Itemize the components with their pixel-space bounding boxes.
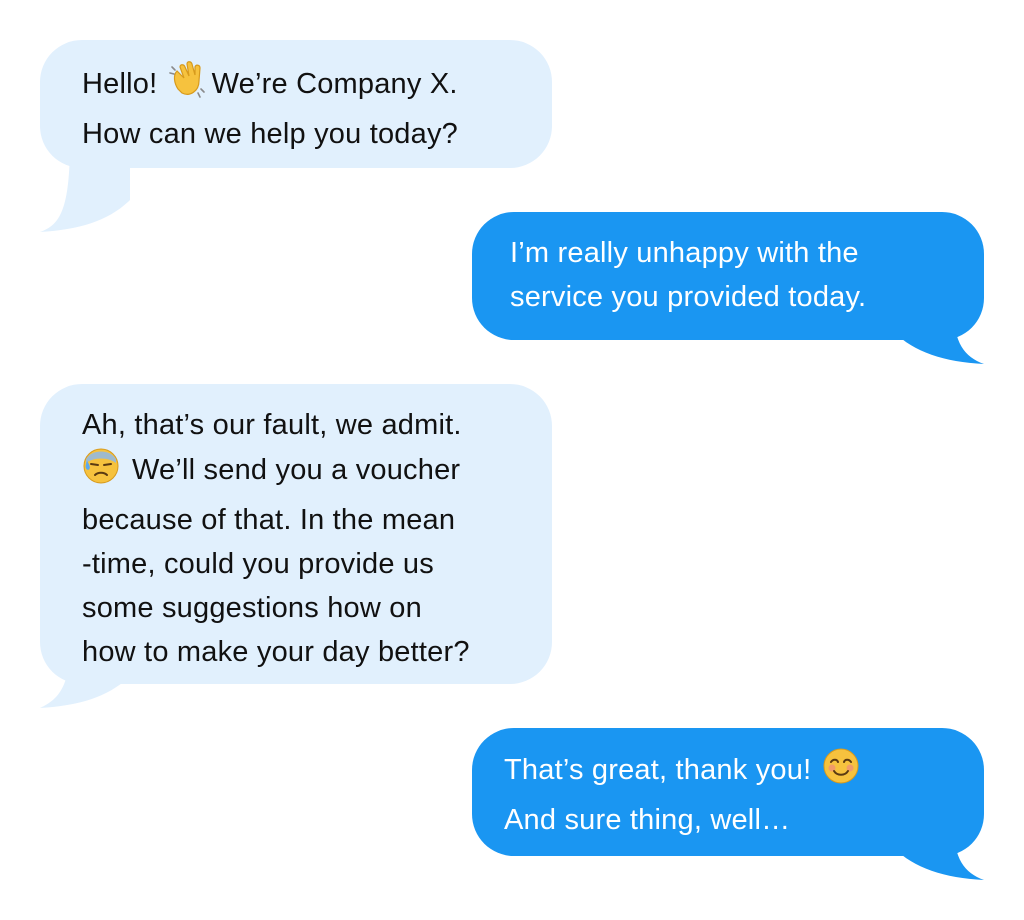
downcast-sweat-face-icon: [82, 447, 120, 498]
message-line: Ah, that’s our fault, we admit.: [82, 409, 462, 441]
message-incoming: Ah, that’s our fault, we admit. We’ll se…: [40, 384, 552, 708]
message-line: And sure thing, well…: [504, 804, 791, 836]
smiling-face-icon: [822, 747, 860, 798]
message-line: -time, could you provide us: [82, 548, 434, 580]
message-line: because of that. In the mean: [82, 504, 456, 536]
message-line: service you provided today.: [510, 281, 867, 313]
message-line: I’m really unhappy with the: [510, 237, 859, 269]
message-line: Hello! We’re Company X.: [82, 59, 532, 112]
message-bubble[interactable]: Ah, that’s our fault, we admit. We’ll se…: [40, 384, 552, 684]
message-bubble[interactable]: That’s great, thank you! And sure thing,…: [472, 728, 984, 856]
chat-thread: Hello! We’re Company X. How can we help …: [0, 0, 1024, 920]
message-incoming: Hello! We’re Company X. How can we help …: [40, 40, 552, 232]
message-line: That’s great, thank you!: [504, 747, 964, 798]
message-outgoing: I’m really unhappy with the service you …: [472, 212, 984, 364]
message-bubble[interactable]: I’m really unhappy with the service you …: [472, 212, 984, 340]
message-outgoing: That’s great, thank you! And sure thing,…: [472, 728, 984, 880]
message-bubble[interactable]: Hello! We’re Company X. How can we help …: [40, 40, 552, 168]
message-line: How can we help you today?: [82, 118, 458, 150]
message-line: how to make your day better?: [82, 636, 470, 668]
waving-hand-icon: [168, 59, 208, 112]
message-line: some suggestions how on: [82, 592, 422, 624]
message-line: We’ll send you a voucher: [82, 447, 532, 498]
